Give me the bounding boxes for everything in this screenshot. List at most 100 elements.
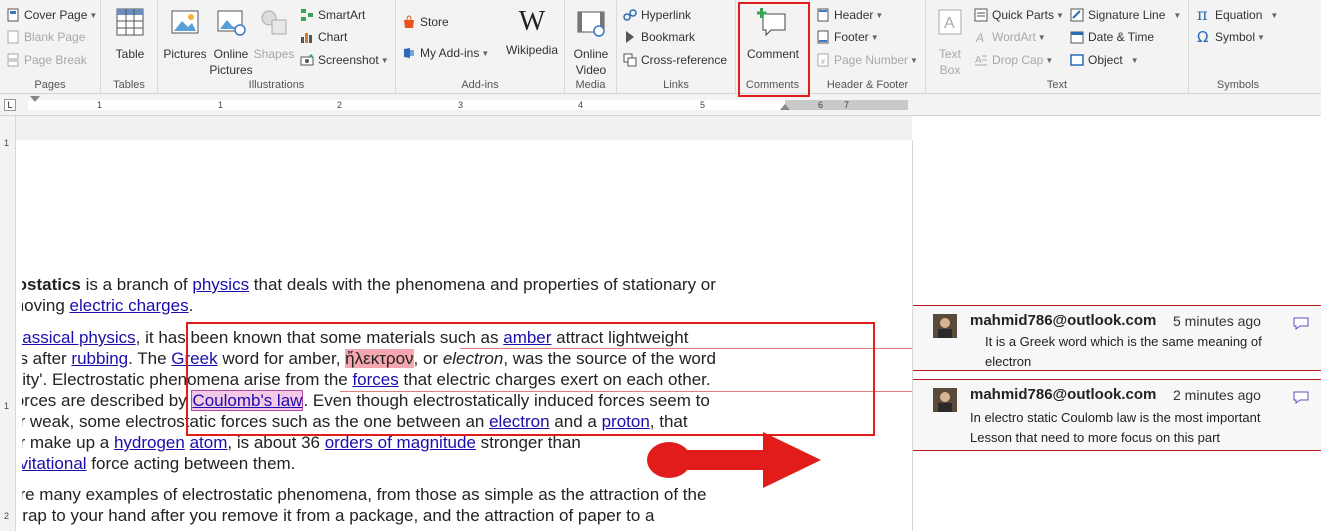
- my-addins-label: My Add-ins: [420, 46, 480, 60]
- link-physics[interactable]: physics: [192, 275, 249, 294]
- group-label-addins: Add-ins: [461, 79, 499, 91]
- chevron-down-icon: ▼: [89, 10, 98, 20]
- ruler-indent-marker[interactable]: [30, 96, 40, 102]
- commented-text-elektron[interactable]: ἤλεκτρον: [345, 349, 414, 368]
- wikipedia-button[interactable]: W Wikipedia: [502, 6, 562, 58]
- text-run: and a: [549, 412, 602, 431]
- text-run: , was the source of the word: [503, 349, 716, 368]
- ruler-number: 7: [844, 100, 850, 110]
- vertical-ruler[interactable]: 1 1 2: [0, 116, 16, 531]
- chart-button[interactable]: Chart: [300, 28, 347, 46]
- screenshot-button[interactable]: Screenshot ▼: [300, 51, 389, 69]
- chevron-down-icon: ▼: [875, 10, 884, 20]
- symbol-label: Symbol: [1215, 30, 1256, 44]
- italic-term: electron: [442, 349, 504, 368]
- bookmark-icon: [626, 31, 634, 43]
- blank-page-button[interactable]: Blank Page: [6, 28, 85, 46]
- tab-selector[interactable]: L: [4, 99, 16, 111]
- page-break-icon: [7, 53, 19, 67]
- my-addins-button[interactable]: My Add-ins ▼: [402, 44, 489, 62]
- chevron-down-icon: ▼: [1257, 32, 1265, 42]
- avatar: [933, 314, 957, 338]
- link-rubbing[interactable]: rubbing: [71, 349, 128, 368]
- text-run: , or: [413, 349, 443, 368]
- wordart-button[interactable]: A WordArt ▼: [974, 28, 1046, 46]
- group-label-text: Text: [1046, 79, 1068, 91]
- paragraph-1[interactable]: rostatics is a branch of physics that de…: [22, 274, 810, 316]
- text-run: . Even though electrostatically induced …: [303, 391, 710, 410]
- online-pictures-button[interactable]: Online Pictures: [208, 6, 254, 78]
- reply-icon[interactable]: [1292, 316, 1310, 330]
- group-illustrations: Pictures Online Pictures Shapes SmartArt…: [158, 0, 396, 94]
- reply-icon[interactable]: [1292, 390, 1310, 404]
- object-icon: [1070, 54, 1084, 66]
- text-line: icity'. Electrostatic phenomena arise fr…: [22, 369, 810, 390]
- online-video-label: Online Video: [573, 47, 609, 77]
- shapes-button[interactable]: Shapes: [253, 6, 295, 62]
- cover-page-button[interactable]: Cover Page ▼: [6, 6, 97, 24]
- object-button[interactable]: Object ▼: [1070, 51, 1139, 69]
- comment-label: Comment: [746, 47, 799, 61]
- hyperlink-label: Hyperlink: [641, 8, 692, 22]
- omega-icon: Ω: [1197, 28, 1209, 46]
- bookmark-label: Bookmark: [641, 30, 696, 44]
- store-button[interactable]: Store: [402, 13, 449, 31]
- text-run: moving: [22, 296, 65, 315]
- link-electric-charges[interactable]: electric charges: [70, 296, 189, 315]
- quick-parts-label: Quick Parts: [992, 8, 1055, 22]
- text-box-icon: A: [938, 9, 962, 35]
- header-button[interactable]: Header ▼: [816, 6, 883, 24]
- signature-line-button[interactable]: Signature Line ▼: [1070, 6, 1181, 24]
- link-proton[interactable]: proton: [602, 412, 650, 431]
- smartart-button[interactable]: SmartArt: [300, 6, 365, 24]
- svg-text:A: A: [975, 55, 982, 66]
- table-button[interactable]: Table: [109, 6, 151, 62]
- cross-reference-icon: [623, 53, 637, 67]
- hyperlink-button[interactable]: Hyperlink: [623, 6, 691, 24]
- blank-page-label: Blank Page: [24, 30, 86, 44]
- link-electron[interactable]: electron: [489, 412, 549, 431]
- ruler-right-indent-marker[interactable]: [780, 104, 790, 110]
- link-hydrogen[interactable]: hydrogen: [114, 433, 185, 452]
- screenshot-label: Screenshot: [318, 53, 379, 67]
- table-label: Table: [115, 47, 145, 61]
- link-amber[interactable]: amber: [503, 328, 551, 347]
- link-orders-of-magnitude[interactable]: orders of magnitude: [325, 433, 476, 452]
- comment-card[interactable]: mahmid786@outlook.com 2 minutes ago In e…: [913, 379, 1321, 451]
- online-video-button[interactable]: Online Video: [567, 6, 615, 78]
- shapes-icon: [261, 10, 287, 35]
- text-run: is a branch of: [80, 275, 193, 294]
- link-atom[interactable]: atom: [190, 433, 228, 452]
- bookmark-button[interactable]: Bookmark: [623, 28, 695, 46]
- online-video-icon: [577, 11, 605, 37]
- ruler-number: 1: [97, 100, 103, 110]
- commented-link-coulombs-law[interactable]: Coulomb's law: [191, 390, 304, 411]
- text-run: that deals with the phenomena and proper…: [249, 275, 716, 294]
- link-classical-physics[interactable]: classical physics: [22, 328, 136, 347]
- link-forces[interactable]: forces: [352, 370, 398, 389]
- link-greek[interactable]: Greek: [171, 349, 217, 368]
- link-gravitational[interactable]: avitational: [22, 454, 87, 473]
- date-time-button[interactable]: Date & Time: [1070, 28, 1154, 46]
- ruler-number: 2: [337, 100, 343, 110]
- wikipedia-icon: W: [518, 6, 546, 37]
- pictures-button[interactable]: Pictures: [160, 6, 210, 62]
- text-box-button[interactable]: A Text Box: [930, 6, 970, 78]
- wordart-icon: A: [975, 31, 984, 44]
- horizontal-ruler[interactable]: L 1 1 2 3 4 5 6 7: [0, 94, 1321, 116]
- group-label-symbols: Symbols: [1216, 79, 1260, 91]
- comment-card[interactable]: mahmid786@outlook.com 5 minutes ago It i…: [913, 305, 1321, 371]
- page-break-button[interactable]: Page Break: [6, 51, 87, 69]
- cross-reference-button[interactable]: Cross-reference: [623, 51, 727, 69]
- symbol-button[interactable]: Ω Symbol ▼: [1197, 28, 1265, 46]
- drop-cap-button[interactable]: A Drop Cap ▼: [974, 51, 1053, 69]
- group-label-comments: Comments: [745, 79, 800, 91]
- page-number-button[interactable]: # Page Number ▼: [816, 51, 918, 69]
- footer-button[interactable]: Footer ▼: [816, 28, 879, 46]
- screenshot-icon: [300, 54, 314, 66]
- quick-parts-button[interactable]: Quick Parts ▼: [974, 6, 1064, 24]
- chart-icon: [301, 33, 312, 43]
- equation-button[interactable]: π Equation ▼: [1197, 6, 1278, 24]
- svg-text:A: A: [975, 31, 984, 44]
- comment-button[interactable]: Comment: [740, 6, 806, 62]
